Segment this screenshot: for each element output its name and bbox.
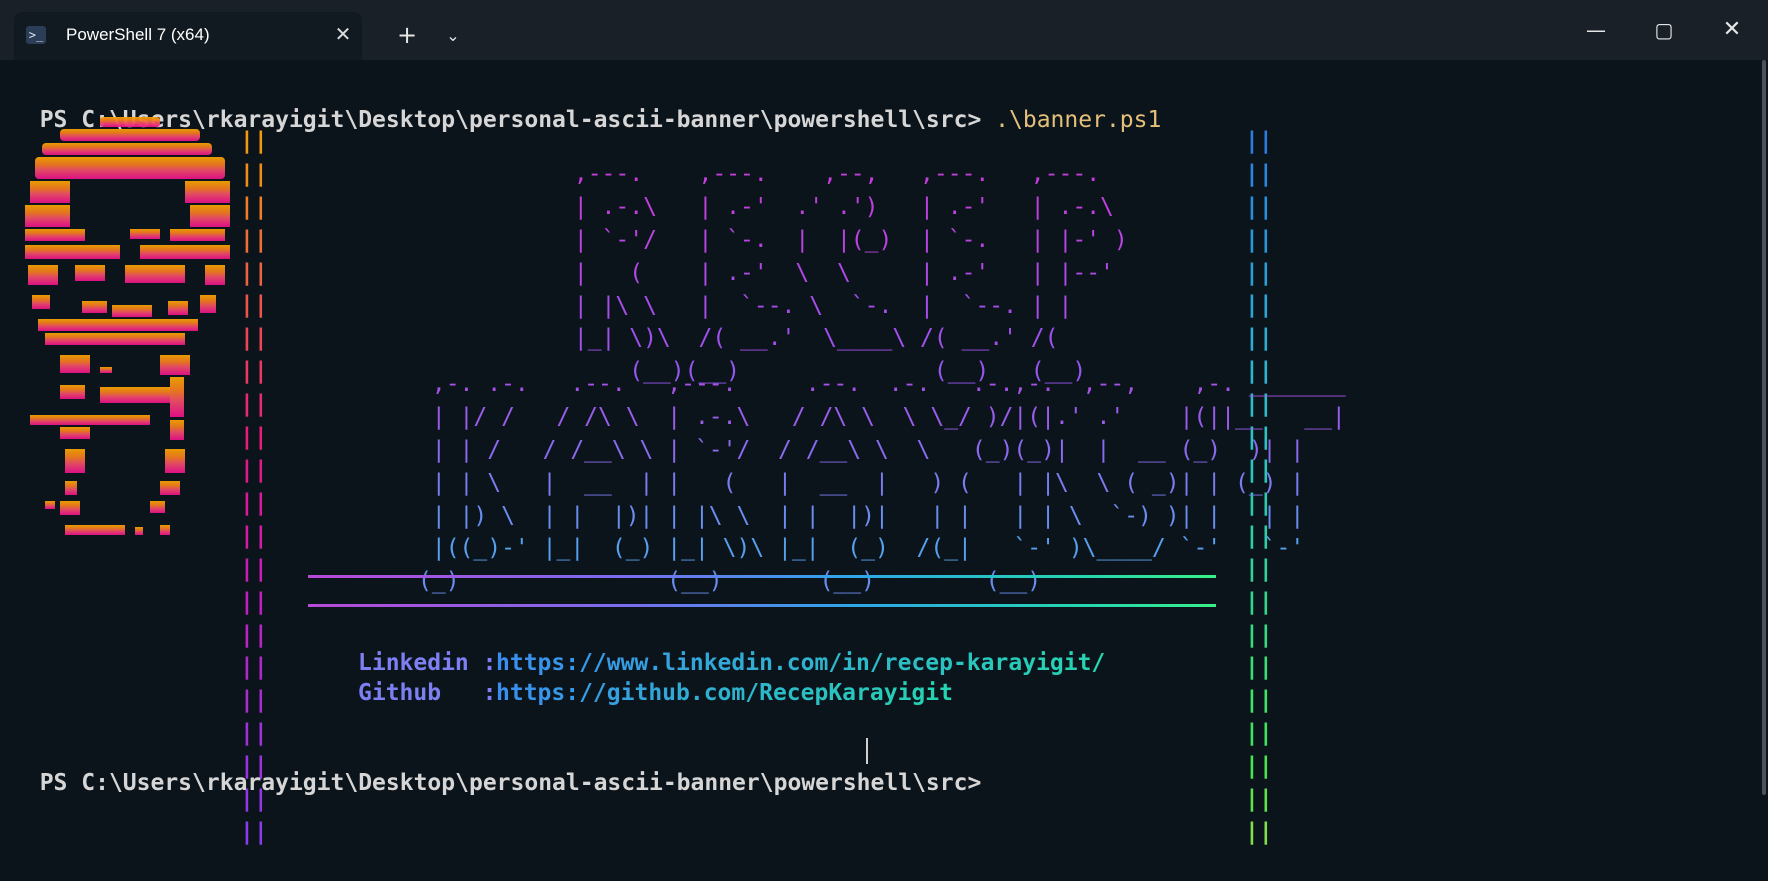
- maximize-button[interactable]: ▢: [1630, 0, 1698, 60]
- separator-rule-2: [308, 604, 1216, 607]
- final-prompt-text: PS C:\Users\rkarayigit\Desktop\personal-…: [39, 770, 982, 796]
- text-cursor: [866, 738, 868, 764]
- close-window-button[interactable]: ✕: [1698, 0, 1766, 60]
- github-label: Github :: [358, 680, 497, 706]
- new-tab-button[interactable]: +: [386, 20, 428, 52]
- title-bar: >_ PowerShell 7 (x64) ✕ + ⌄ — ▢ ✕: [0, 0, 1768, 60]
- final-prompt-line: PS C:\Users\rkarayigit\Desktop\personal-…: [12, 735, 982, 799]
- tab-close-button[interactable]: ✕: [332, 22, 354, 46]
- chevron-down-icon[interactable]: ⌄: [432, 20, 474, 52]
- tab-powershell[interactable]: >_ PowerShell 7 (x64) ✕: [14, 12, 362, 60]
- powershell-icon: >_: [26, 26, 46, 44]
- minimize-button[interactable]: —: [1562, 0, 1630, 60]
- ascii-portrait: [25, 117, 230, 535]
- banner-karayigit: ,-. .-. .--. ,---. .--. .-. .-.,-. ,--, …: [418, 370, 1360, 595]
- linkedin-link[interactable]: https://www.linkedin.com/in/recep-karayi…: [496, 650, 1105, 676]
- github-link[interactable]: https://github.com/RecepKarayigit: [496, 680, 953, 706]
- tab-title: PowerShell 7 (x64): [66, 25, 210, 44]
- scrollbar[interactable]: [1762, 60, 1766, 795]
- separator-rule-1: [308, 575, 1216, 578]
- linkedin-label: Linkedin :: [358, 650, 497, 676]
